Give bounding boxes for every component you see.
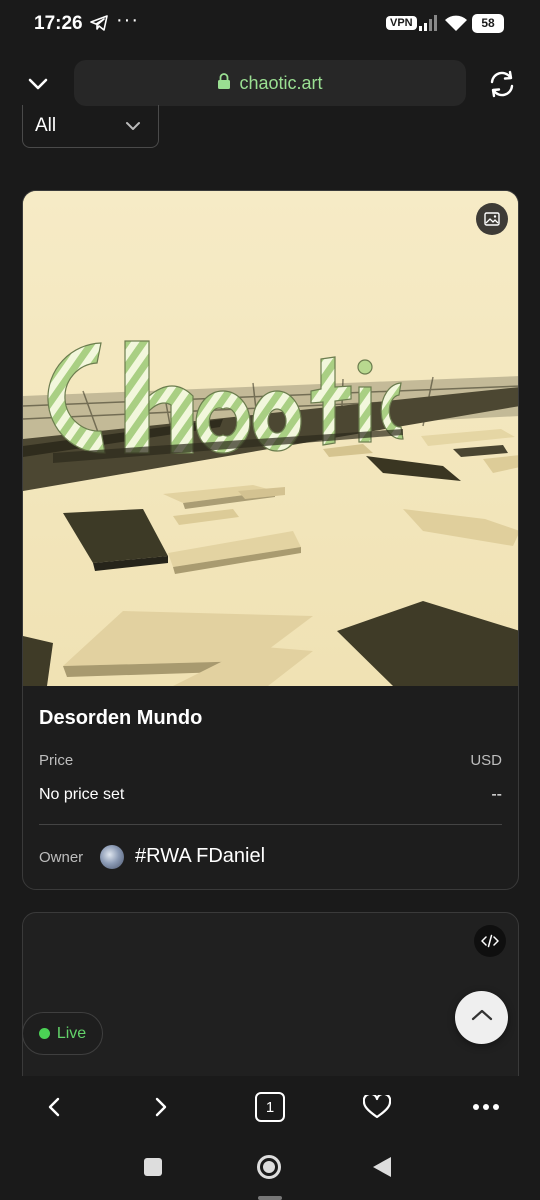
heart-icon[interactable]: [361, 1091, 393, 1123]
tab-count: 1: [255, 1092, 285, 1122]
currency-label: USD: [470, 752, 502, 769]
lock-icon: [217, 72, 231, 94]
battery-icon: 58: [472, 14, 504, 33]
chevron-down-icon[interactable]: [24, 70, 52, 98]
filter-value: All: [35, 115, 57, 136]
home-icon[interactable]: [256, 1154, 282, 1185]
artwork-image[interactable]: [23, 191, 518, 686]
recents-icon[interactable]: [144, 1158, 162, 1181]
chevron-down-icon: [124, 117, 142, 140]
chevron-up-icon: [471, 1008, 493, 1027]
telegram-icon: [90, 15, 108, 36]
tabs-button[interactable]: 1: [254, 1091, 286, 1123]
back-icon[interactable]: [38, 1091, 70, 1123]
home-indicator: [258, 1196, 282, 1200]
wifi-icon: [444, 14, 468, 37]
owner-name[interactable]: #RWA FDaniel: [135, 845, 265, 868]
more-icon[interactable]: [470, 1091, 502, 1123]
card-divider: [39, 824, 502, 825]
url-bar[interactable]: chaotic.art: [74, 60, 466, 106]
url-text: chaotic.art: [239, 72, 323, 93]
artwork-title[interactable]: Desorden Mundo: [39, 707, 202, 730]
back-triangle-icon[interactable]: [372, 1156, 392, 1183]
vpn-badge: VPN: [386, 16, 417, 30]
live-dot-icon: [38, 1028, 50, 1039]
filter-select[interactable]: All: [22, 105, 159, 148]
owner-avatar[interactable]: [100, 845, 124, 869]
notification-overflow-icon: ···: [116, 9, 139, 31]
owner-label: Owner: [39, 849, 84, 866]
price-label: Price: [39, 752, 74, 769]
live-status-badge: Live: [22, 1012, 103, 1055]
system-navigation-bar: [0, 1138, 540, 1200]
status-bar: 17:26 ··· VPN 58: [0, 0, 540, 48]
refresh-icon[interactable]: [486, 68, 518, 100]
forward-icon[interactable]: [145, 1091, 177, 1123]
signal-icon: [418, 14, 440, 37]
code-icon[interactable]: [474, 925, 506, 957]
artwork-card[interactable]: Desorden Mundo Price USD No price set --…: [22, 190, 519, 890]
price-usd-value: --: [491, 786, 502, 803]
scroll-to-top-button[interactable]: [455, 991, 508, 1044]
status-time: 17:26: [34, 13, 83, 34]
live-status-text: Live: [56, 1024, 87, 1042]
price-value: No price set: [39, 786, 125, 803]
browser-bottom-nav: 1: [0, 1076, 540, 1138]
image-icon[interactable]: [476, 203, 508, 235]
